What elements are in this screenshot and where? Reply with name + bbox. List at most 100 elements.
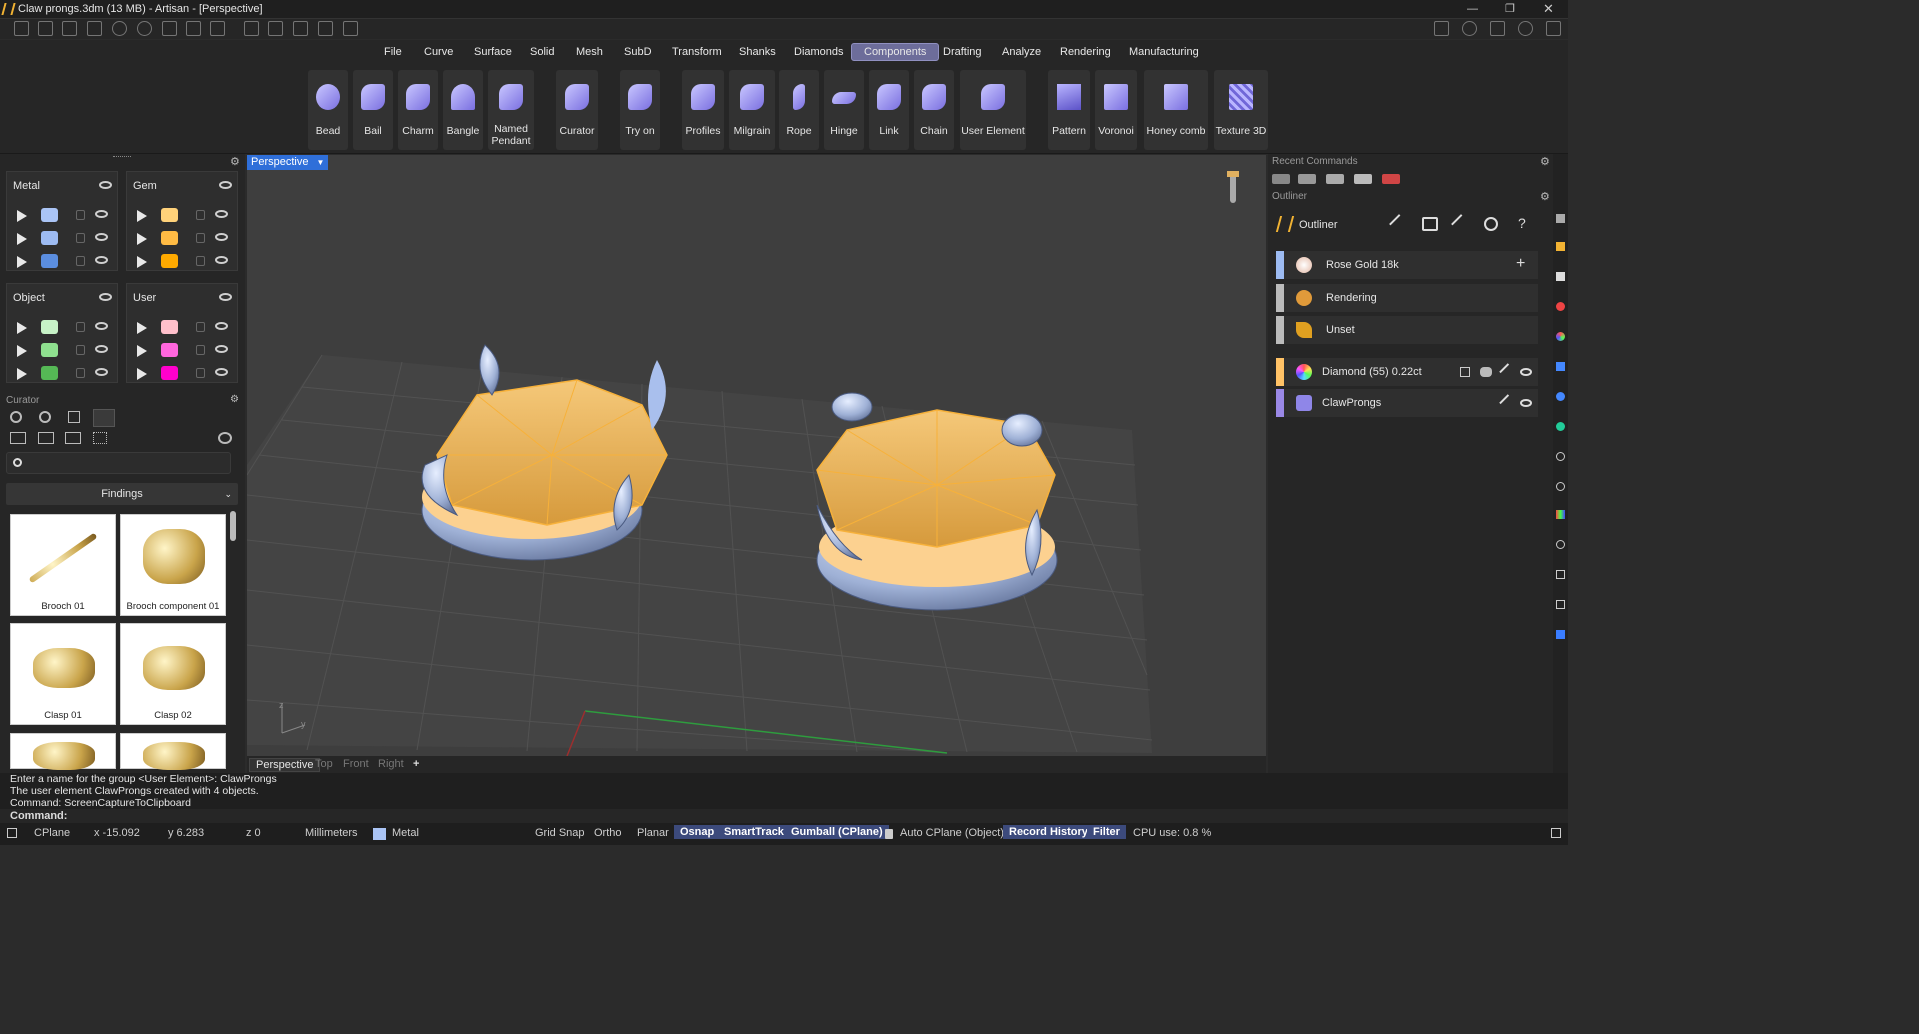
tab-surface[interactable]: Surface: [474, 46, 512, 58]
tab-manufacturing[interactable]: Manufacturing: [1129, 46, 1199, 58]
lock-icon[interactable]: [196, 256, 205, 266]
chain-button[interactable]: Chain: [914, 70, 954, 150]
try-on-button[interactable]: Try on: [620, 70, 660, 150]
color-swatch[interactable]: [41, 366, 58, 380]
eye-icon[interactable]: [215, 345, 228, 353]
color-swatch[interactable]: [161, 208, 178, 222]
tab-transform[interactable]: Transform: [672, 46, 722, 58]
current-layer[interactable]: Metal: [392, 827, 419, 839]
globe-icon[interactable]: [1556, 392, 1565, 401]
panel-toggle-icon[interactable]: [1551, 828, 1561, 838]
help-icon[interactable]: ?: [1518, 215, 1526, 231]
gem-icon[interactable]: [39, 411, 51, 423]
drag-handle[interactable]: [113, 156, 131, 159]
recent-folder-icon[interactable]: [87, 21, 102, 36]
minimize-button[interactable]: —: [1467, 3, 1478, 15]
expand-icon[interactable]: [17, 210, 27, 222]
eye-icon[interactable]: [99, 181, 112, 189]
chevron-down-icon[interactable]: ▼: [316, 158, 324, 167]
chart-icon[interactable]: [1556, 600, 1565, 609]
eye-icon[interactable]: [95, 368, 108, 376]
sketch-icon[interactable]: [244, 21, 259, 36]
light-icon[interactable]: [1556, 452, 1565, 461]
named-pendant-button[interactable]: Named Pendant: [488, 70, 534, 150]
tab-mesh[interactable]: Mesh: [576, 46, 603, 58]
command-input[interactable]: Command:: [0, 809, 1568, 823]
color-swatch[interactable]: [161, 254, 178, 268]
expand-icon[interactable]: [17, 256, 27, 268]
shank-icon[interactable]: [318, 21, 333, 36]
add-viewport-icon[interactable]: +: [413, 758, 419, 770]
expand-icon[interactable]: [137, 233, 147, 245]
tab-top[interactable]: Top: [315, 758, 333, 770]
curator-item[interactable]: [120, 733, 226, 770]
curator-item-clasp-02[interactable]: Clasp 02: [120, 623, 226, 725]
charm-button[interactable]: Charm: [398, 70, 438, 150]
units-label[interactable]: Millimeters: [305, 827, 358, 839]
tab-curve[interactable]: Curve: [424, 46, 453, 58]
curator-button[interactable]: Curator: [556, 70, 598, 150]
layer-row[interactable]: [133, 229, 233, 249]
tab-rendering[interactable]: Rendering: [1060, 46, 1111, 58]
gumball-toggle[interactable]: Gumball (CPlane): [785, 825, 889, 839]
save-all-icon[interactable]: [210, 21, 225, 36]
color-swatch[interactable]: [41, 343, 58, 357]
bail-button[interactable]: Bail: [353, 70, 393, 150]
scene-icon[interactable]: [1434, 21, 1449, 36]
tab-analyze[interactable]: Analyze: [1002, 46, 1041, 58]
cplane-label[interactable]: CPlane: [34, 827, 70, 839]
lock-icon[interactable]: [196, 233, 205, 243]
layer-row[interactable]: [133, 318, 233, 338]
environment-icon[interactable]: [1556, 422, 1565, 431]
info-icon[interactable]: [1462, 21, 1477, 36]
pattern-button[interactable]: Pattern: [1048, 70, 1090, 150]
voronoi-button[interactable]: Voronoi: [1095, 70, 1137, 150]
ring-icon[interactable]: [268, 21, 283, 36]
color-swatch[interactable]: [41, 231, 58, 245]
blue-square-icon[interactable]: [1556, 630, 1565, 639]
osnap-toggle[interactable]: Osnap: [674, 825, 721, 839]
color-wheel-icon[interactable]: [1556, 332, 1565, 341]
eye-icon[interactable]: [219, 181, 232, 189]
curator-item[interactable]: [10, 733, 116, 770]
color-swatch[interactable]: [41, 320, 58, 334]
edit-icon[interactable]: [1499, 394, 1515, 410]
save-icon[interactable]: [162, 21, 177, 36]
expand-icon[interactable]: [17, 368, 27, 380]
refresh-icon[interactable]: [218, 432, 232, 444]
color-swatch[interactable]: [41, 254, 58, 268]
recent-command-icon[interactable]: [1354, 174, 1372, 184]
edit-icon[interactable]: [1499, 363, 1515, 379]
color-swatch[interactable]: [161, 231, 178, 245]
link-button[interactable]: Link: [869, 70, 909, 150]
layer-row[interactable]: [13, 206, 113, 226]
gear-icon[interactable]: ⚙: [230, 155, 240, 168]
curator-search-input[interactable]: [6, 452, 231, 474]
user-element-button[interactable]: User Element: [960, 70, 1026, 150]
recent-command-icon[interactable]: [1382, 174, 1400, 184]
eye-icon[interactable]: [1520, 368, 1532, 376]
eye-icon[interactable]: [95, 256, 108, 264]
outliner-item-unset[interactable]: Unset: [1276, 316, 1538, 344]
lock-icon[interactable]: [76, 368, 85, 378]
dollar-icon[interactable]: [1556, 540, 1565, 549]
recent-command-icon[interactable]: [1272, 174, 1290, 184]
layer-row[interactable]: [13, 252, 113, 272]
add-folder-icon[interactable]: [10, 432, 26, 444]
eye-icon[interactable]: [215, 368, 228, 376]
outliner-item-diamond[interactable]: Diamond (55) 0.22ct: [1276, 358, 1538, 386]
lock-icon[interactable]: [196, 210, 205, 220]
findings-tab-icon[interactable]: [93, 409, 115, 427]
template-icon[interactable]: [38, 21, 53, 36]
favorite-icon[interactable]: [65, 432, 81, 444]
eye-icon[interactable]: [99, 293, 112, 301]
outliner-item-rendering[interactable]: Rendering: [1276, 284, 1538, 312]
eye-icon[interactable]: [215, 322, 228, 330]
eye-icon[interactable]: [95, 322, 108, 330]
outliner-item-clawprongs[interactable]: ClawProngs: [1276, 389, 1538, 417]
lock-icon[interactable]: [76, 256, 85, 266]
settings-tool-icon[interactable]: [343, 21, 358, 36]
refresh-icon[interactable]: [1484, 217, 1498, 231]
settings-icon[interactable]: [1546, 21, 1561, 36]
bead-button[interactable]: Bead: [308, 70, 348, 150]
